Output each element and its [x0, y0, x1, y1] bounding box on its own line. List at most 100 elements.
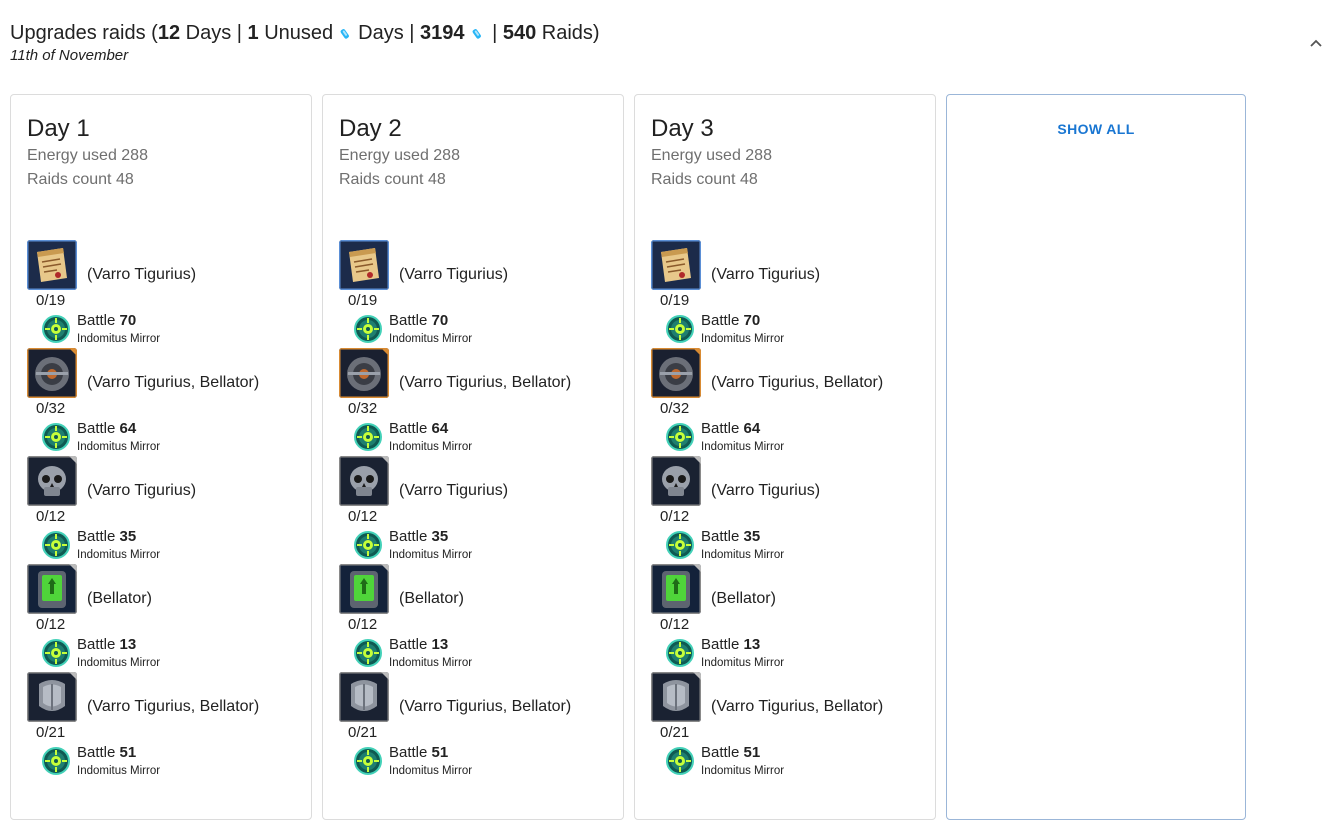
upgrade-characters: (Varro Tigurius, Bellator)	[399, 374, 572, 391]
chevron-up-icon[interactable]	[1303, 30, 1329, 56]
upgrade-progress: 0/12	[660, 508, 690, 525]
upgrade-icon[interactable]	[27, 348, 77, 398]
battle-number: 70	[743, 312, 761, 329]
upgrade-icon[interactable]	[339, 672, 389, 722]
day-card: Day 1 Energy used 288 Raids count 48 (Varr…	[10, 94, 312, 820]
skull-icon	[651, 456, 701, 506]
scroll-icon	[27, 240, 77, 290]
campaign-location-icon	[42, 747, 70, 775]
campaign-location-icon	[666, 531, 694, 559]
campaign-name: Indomitus Mirror	[701, 441, 785, 453]
battle-number: 51	[431, 744, 449, 761]
raids-date: 11th of November	[10, 47, 129, 64]
upgrade-progress: 0/21	[36, 724, 66, 741]
campaign-location-icon	[42, 315, 70, 343]
battle-label: Battle 51	[701, 744, 761, 761]
energy-used: Energy used 288	[339, 147, 460, 164]
campaign-name: Indomitus Mirror	[701, 765, 785, 777]
upgrade-icon[interactable]	[27, 240, 77, 290]
upgrade-icon[interactable]	[27, 564, 77, 614]
day-title: Day 2	[339, 115, 402, 142]
battle-label: Battle 64	[77, 420, 137, 437]
upgrade-progress: 0/12	[36, 508, 66, 525]
battle-number: 35	[743, 528, 761, 545]
upgrade-icon[interactable]	[339, 240, 389, 290]
upgrade-icon[interactable]	[27, 672, 77, 722]
upgrade-icon[interactable]	[651, 348, 701, 398]
upgrade-characters: (Varro Tigurius, Bellator)	[399, 698, 572, 715]
energy-total: 3194	[420, 22, 465, 44]
pauldron-icon	[27, 672, 77, 722]
upgrade-characters: (Varro Tigurius, Bellator)	[87, 374, 260, 391]
battle-number: 70	[431, 312, 449, 329]
day-card: Day 2 Energy used 288 Raids count 48 (Varr…	[322, 94, 624, 820]
skull-icon	[339, 456, 389, 506]
energy-used: Energy used 288	[651, 147, 772, 164]
upgrade-item: (Varro Tigurius) 0/12 Battle 35 Indomitu…	[651, 456, 931, 564]
campaign-location-icon	[666, 423, 694, 451]
campaign-name: Indomitus Mirror	[701, 657, 785, 669]
upgrade-icon[interactable]	[339, 564, 389, 614]
battle-label: Battle 35	[701, 528, 761, 545]
campaign-name: Indomitus Mirror	[77, 765, 161, 777]
upgrade-icon[interactable]	[651, 672, 701, 722]
campaign-location-icon	[42, 531, 70, 559]
campaign-location-icon	[354, 315, 382, 343]
campaign-name: Indomitus Mirror	[77, 441, 161, 453]
raids-header: Upgrades raids (12 Days | 1 Unused Days |…	[10, 20, 1310, 64]
data-slate-icon	[27, 564, 77, 614]
upgrade-progress: 0/21	[660, 724, 690, 741]
upgrade-characters: (Varro Tigurius)	[711, 482, 821, 499]
show-all-button[interactable]: SHOW ALL	[947, 121, 1245, 137]
upgrade-item: (Varro Tigurius) 0/12 Battle 35 Indomitu…	[339, 456, 619, 564]
upgrade-item: (Varro Tigurius) 0/19 Battle 70 Indomitu…	[339, 240, 619, 348]
campaign-name: Indomitus Mirror	[389, 657, 473, 669]
battle-label: Battle 70	[389, 312, 449, 329]
raids-count: Raids count 48	[27, 171, 134, 188]
upgrade-progress: 0/12	[348, 508, 378, 525]
campaign-location-icon	[354, 531, 382, 559]
upgrade-characters: (Varro Tigurius, Bellator)	[711, 698, 884, 715]
upgrade-characters: (Varro Tigurius)	[87, 482, 197, 499]
battle-label: Battle 51	[77, 744, 137, 761]
battle-label: Battle 13	[389, 636, 449, 653]
scroll-icon	[651, 240, 701, 290]
upgrade-icon[interactable]	[27, 456, 77, 506]
upgrade-item: (Bellator) 0/12 Battle 13 Indomitus Mirr…	[339, 564, 619, 672]
upgrade-icon[interactable]	[651, 564, 701, 614]
upgrade-item: (Varro Tigurius, Bellator) 0/32 Battle 6…	[339, 348, 619, 456]
upgrade-progress: 0/21	[348, 724, 378, 741]
upgrade-characters: (Bellator)	[399, 590, 464, 607]
upgrade-characters: (Varro Tigurius)	[399, 266, 509, 283]
raids-count: 540	[502, 22, 537, 44]
pauldron-icon	[651, 672, 701, 722]
campaign-location-icon	[42, 423, 70, 451]
upgrade-progress: 0/32	[660, 400, 690, 417]
data-slate-icon	[339, 564, 389, 614]
upgrade-icon[interactable]	[339, 456, 389, 506]
upgrade-icon[interactable]	[651, 456, 701, 506]
campaign-location-icon	[666, 315, 694, 343]
day-title: Day 1	[27, 115, 90, 142]
raids-title: Upgrades raids (12 Days | 1 Unused Days |…	[10, 22, 600, 44]
upgrade-progress: 0/19	[660, 292, 690, 309]
energy-icon	[472, 29, 481, 39]
upgrade-characters: (Varro Tigurius)	[399, 482, 509, 499]
battle-number: 13	[119, 636, 137, 653]
upgrade-item: (Varro Tigurius, Bellator) 0/21 Battle 5…	[339, 672, 619, 780]
upgrade-icon[interactable]	[339, 348, 389, 398]
upgrade-characters: (Varro Tigurius, Bellator)	[87, 698, 260, 715]
upgrade-characters: (Varro Tigurius)	[87, 266, 197, 283]
campaign-name: Indomitus Mirror	[389, 333, 473, 345]
upgrade-progress: 0/19	[348, 292, 378, 309]
upgrade-item: (Varro Tigurius, Bellator) 0/32 Battle 6…	[651, 348, 931, 456]
campaign-location-icon	[354, 747, 382, 775]
days-count: 12	[157, 22, 181, 44]
campaign-location-icon	[666, 639, 694, 667]
battle-label: Battle 13	[77, 636, 137, 653]
upgrade-icon[interactable]	[651, 240, 701, 290]
skull-icon	[27, 456, 77, 506]
campaign-name: Indomitus Mirror	[389, 765, 473, 777]
armor-plate-icon	[651, 348, 701, 398]
armor-plate-icon	[339, 348, 389, 398]
